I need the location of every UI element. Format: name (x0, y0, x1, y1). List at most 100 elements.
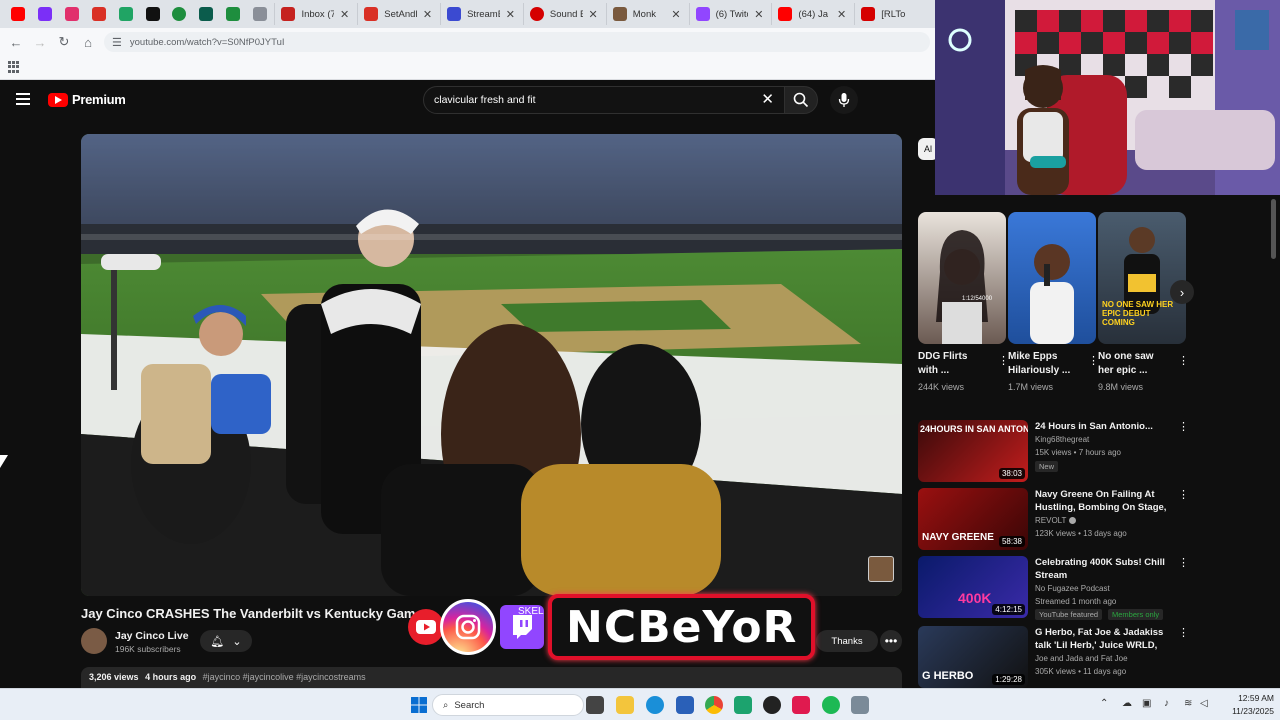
pinned-tab[interactable] (194, 3, 219, 25)
pinned-tab[interactable] (87, 3, 112, 25)
page-scrollbar[interactable] (1270, 195, 1278, 687)
chevron-right-icon: › (1179, 284, 1185, 300)
close-icon[interactable]: ✕ (589, 8, 598, 21)
pinned-tab[interactable] (113, 3, 138, 25)
close-icon[interactable]: ✕ (423, 8, 432, 21)
pinned-tab[interactable] (60, 3, 85, 25)
task-view-icon[interactable] (586, 696, 604, 714)
pinned-tab[interactable] (248, 3, 273, 25)
spotify-icon[interactable] (822, 696, 840, 714)
clear-search-icon[interactable]: ✕ (761, 90, 774, 108)
tab-label: Sound Bu (549, 8, 583, 20)
browser-tab[interactable]: Monk ✕ (605, 3, 687, 25)
short-views: 1.7M views (1008, 382, 1054, 392)
pinned-tab[interactable] (33, 3, 58, 25)
app-icon (172, 7, 187, 21)
back-icon[interactable]: ← (4, 35, 28, 50)
more-vert-icon[interactable]: ⋮ (1178, 626, 1189, 639)
chrome-icon[interactable] (705, 696, 723, 714)
video-meta: 15K views • 7 hours ago (1035, 448, 1121, 457)
scrollbar-thumb[interactable] (1271, 199, 1276, 259)
hashtags[interactable]: #jaycinco #jaycincolive #jaycincostreams (203, 672, 366, 682)
video-player[interactable] (81, 134, 902, 596)
recommended-video[interactable]: G HERBO 1:29:28 G Herbo, Fat Joe & Jadak… (918, 626, 1189, 688)
thanks-button[interactable]: Thanks (816, 630, 878, 652)
windows-start-icon[interactable] (410, 696, 428, 714)
channel-name[interactable]: Joe and Jada and Fat Joe (1035, 654, 1128, 663)
close-icon[interactable]: ✕ (754, 8, 763, 21)
close-icon[interactable]: ✕ (671, 8, 680, 21)
more-vert-icon[interactable]: ⋮ (1178, 488, 1189, 501)
short-title: Mike Epps Hilariously ... (1008, 351, 1071, 376)
pinned-tab[interactable] (6, 3, 31, 25)
store-icon[interactable] (676, 696, 694, 714)
taskbar-clock[interactable]: 12:59 AM 11/23/2025 (1212, 692, 1274, 718)
close-icon[interactable]: ✕ (506, 8, 515, 21)
close-icon[interactable]: ✕ (837, 8, 846, 21)
clock-time: 12:59 AM (1238, 693, 1274, 703)
address-bar[interactable]: ☰ youtube.com/watch?v=S0NfP0JYTuI (104, 32, 930, 52)
hamburger-menu-icon[interactable] (16, 93, 30, 105)
channel-watermark[interactable] (868, 556, 894, 582)
reload-icon[interactable]: ↻ (52, 34, 76, 50)
tray-icon[interactable]: ♪ (1164, 698, 1169, 709)
more-vert-icon[interactable]: ⋮ (1178, 354, 1189, 367)
taskbar-search[interactable]: ⌕ Search (432, 694, 584, 716)
more-actions-button[interactable]: ••• (880, 630, 902, 652)
browser-tab[interactable]: SetAndFo ✕ (357, 3, 438, 25)
upload-age: 4 hours ago (145, 672, 197, 682)
search-input[interactable] (434, 94, 734, 106)
volume-icon[interactable]: ◁ (1200, 698, 1208, 709)
channel-row[interactable]: REVOLT (1035, 516, 1077, 525)
app-icon[interactable] (734, 696, 752, 714)
browser-tab[interactable]: [RLTo (854, 3, 935, 25)
recommended-video[interactable]: 400K 4:12:15 Celebrating 400K Subs! Chil… (918, 556, 1189, 620)
app-icon[interactable] (851, 696, 869, 714)
search-button[interactable] (784, 86, 818, 114)
browser-tab[interactable]: (6) Twitch ✕ (688, 3, 770, 25)
apps-grid-icon[interactable] (8, 61, 20, 73)
forward-icon[interactable]: → (28, 35, 52, 50)
more-vert-icon[interactable]: ⋮ (1178, 556, 1189, 569)
wifi-icon[interactable]: ≋ (1184, 698, 1192, 709)
tray-icon[interactable]: ☁ (1122, 698, 1132, 709)
recommended-video[interactable]: NAVY GREENE 58:38 Navy Greene On Failing… (918, 488, 1189, 550)
channel-avatar[interactable] (81, 628, 107, 654)
recommended-video[interactable]: 24HOURS IN SAN ANTONIO 38:03 24 Hours in… (918, 420, 1189, 482)
video-meta: 123K views • 13 days ago (1035, 529, 1127, 538)
pinned-tab[interactable] (140, 3, 165, 25)
instagram-icon (440, 599, 496, 655)
browser-tab[interactable]: Sound Bu ✕ (522, 3, 604, 25)
site-icon (861, 7, 876, 21)
pinned-tab[interactable] (167, 3, 192, 25)
browser-tab[interactable]: StreamEle ✕ (440, 3, 521, 25)
channel-name[interactable]: King68thegreat (1035, 435, 1089, 444)
browser-tab[interactable]: (64) Ja ✕ (771, 3, 852, 25)
browser-tab[interactable]: Inbox (7,7 ✕ (274, 3, 355, 25)
home-icon[interactable]: ⌂ (76, 35, 100, 50)
site-info-icon[interactable]: ☰ (112, 36, 122, 49)
edge-icon[interactable] (646, 696, 664, 714)
voice-search-button[interactable] (830, 86, 858, 114)
short-card[interactable]: Mike Epps Hilariously ... 1.7M views ⋮ (1008, 212, 1099, 392)
description-box[interactable]: 3,206 views 4 hours ago #jaycinco #jayci… (81, 667, 902, 689)
search-icon: ⌕ (443, 699, 449, 711)
more-vert-icon[interactable]: ⋮ (1178, 420, 1189, 433)
close-icon[interactable]: ✕ (340, 8, 349, 21)
short-card[interactable]: NO ONE SAW HER EPIC DEBUT COMING No one … (1098, 212, 1189, 392)
channel-name[interactable]: No Fugazee Podcast (1035, 584, 1110, 593)
tray-icon[interactable]: ▣ (1142, 698, 1151, 709)
notifications-button[interactable]: 🔔︎ ⌄ (200, 630, 252, 652)
youtube-logo[interactable]: Premium (48, 92, 126, 107)
youtube-header: Premium ✕ (0, 80, 935, 120)
obs-icon[interactable] (763, 696, 781, 714)
file-explorer-icon[interactable] (616, 696, 634, 714)
app-icon[interactable] (792, 696, 810, 714)
chevron-up-icon[interactable]: ⌃ (1100, 698, 1108, 709)
channel-name[interactable]: Jay Cinco Live (115, 630, 189, 642)
pinned-tab[interactable] (221, 3, 246, 25)
tab-label: [RLTo (881, 8, 906, 20)
shorts-next-button[interactable]: › (1170, 280, 1194, 304)
short-card[interactable]: 1:12/54000 DDG Flirts with ... 244K view… (918, 212, 1009, 392)
site-icon (364, 7, 379, 21)
